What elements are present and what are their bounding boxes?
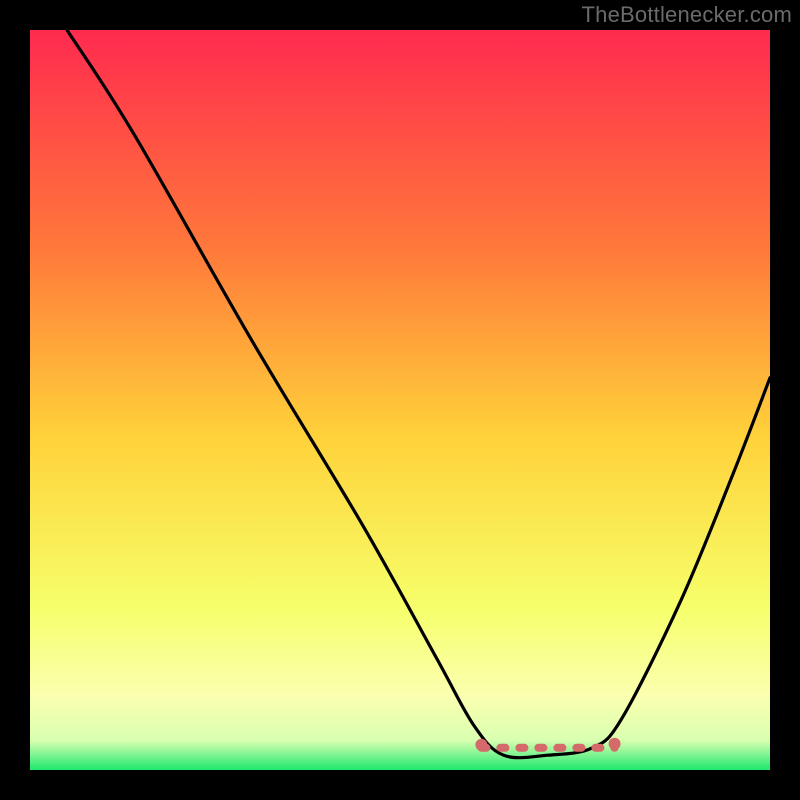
attribution-label: TheBottlenecker.com: [582, 2, 792, 28]
optimal-zone-endpoint-right: [609, 738, 621, 750]
chart-frame: TheBottlenecker.com: [0, 0, 800, 800]
gradient-background: [30, 30, 770, 770]
plot-area: [30, 30, 770, 770]
chart-svg: [30, 30, 770, 770]
optimal-zone-endpoint-left: [475, 739, 487, 751]
